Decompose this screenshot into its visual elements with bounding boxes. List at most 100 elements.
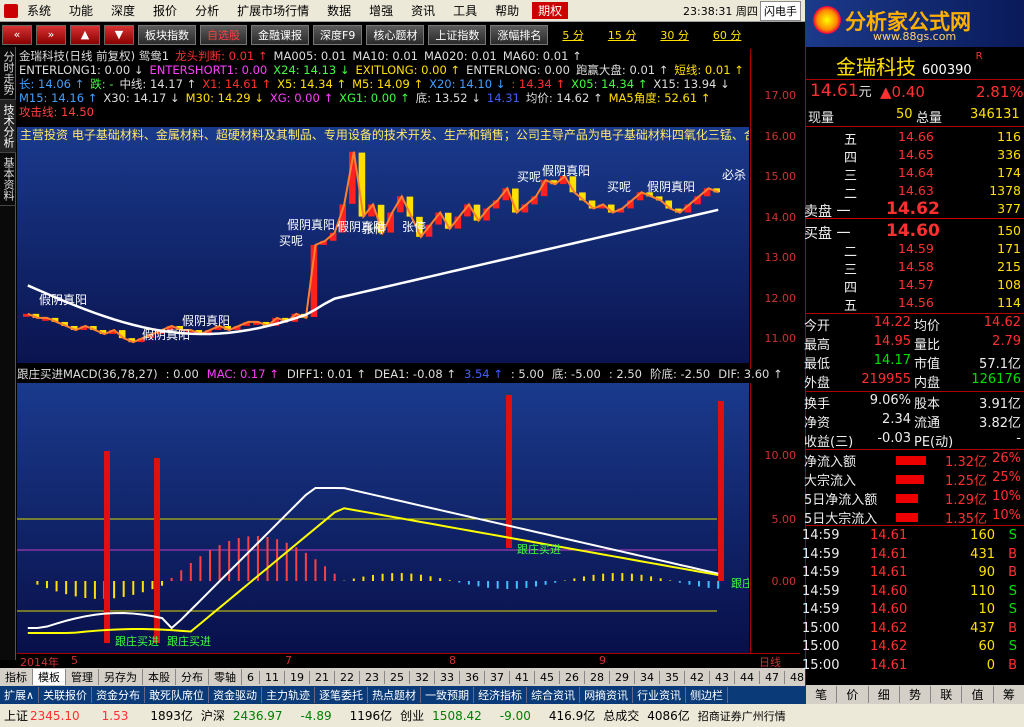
stat-row: 换手 9.06% 股本 3.91亿 — [804, 393, 1024, 412]
menu-item[interactable]: 系统 — [18, 2, 60, 19]
menu-item[interactable]: 数据 — [318, 2, 360, 19]
total-vol-label: 总量 — [916, 111, 943, 126]
vertical-tab[interactable]: 分时走势 — [0, 47, 16, 100]
stat-label: 外盘 — [804, 376, 831, 391]
quote-tab[interactable]: 笔 — [806, 686, 838, 703]
last-page-icon[interactable]: » — [36, 24, 66, 45]
extension-tab[interactable]: 敢死队席位 — [145, 687, 210, 703]
indicator-tab[interactable]: 26 — [560, 670, 585, 684]
indicator-tab[interactable]: 41 — [510, 670, 535, 684]
price-tick: 12.00 — [764, 291, 797, 305]
quote-tab[interactable]: 细 — [869, 686, 900, 703]
vertical-tab[interactable]: 技术分析 — [0, 100, 16, 153]
toolbar-button[interactable]: 金融课报 — [251, 24, 309, 45]
indicator-value: X20: 14.10 ↓ — [429, 77, 506, 91]
indicator-value: 底: 13.52 ↓ — [415, 91, 481, 105]
toolbar-button[interactable]: 深度F9 — [313, 24, 363, 45]
first-page-icon[interactable]: « — [2, 24, 32, 45]
indicator-tab[interactable]: 19 — [285, 670, 310, 684]
extension-tab[interactable]: 资金分布 — [92, 687, 146, 703]
toolbar-button[interactable]: 自选股 — [200, 24, 247, 45]
toolbar-button[interactable]: 上证指数 — [428, 24, 487, 45]
bid-row: 二 14.59 171 — [806, 241, 1024, 260]
menu-item[interactable]: 报价 — [144, 2, 186, 19]
indicator-tab[interactable]: 34 — [635, 670, 660, 684]
bid-row: 五 14.56 114 — [806, 295, 1024, 314]
stat-label: 最低 — [804, 357, 831, 372]
tick-volume: 431 — [970, 546, 995, 562]
toolbar-button[interactable]: 板块指数 — [138, 24, 196, 45]
cy-label: 创业 — [400, 709, 425, 723]
indicator-tab[interactable]: 另存为 — [99, 669, 143, 685]
extension-tab[interactable]: 逐笔委托 — [315, 687, 369, 703]
menu-item[interactable]: 帮助 — [486, 2, 528, 19]
quote-tab[interactable]: 值 — [962, 686, 994, 703]
indicator-tab[interactable]: 36 — [460, 670, 485, 684]
indicator-tab[interactable]: 45 — [535, 670, 560, 684]
indicator-tab[interactable]: 42 — [685, 670, 710, 684]
indicator-tab[interactable]: 29 — [610, 670, 635, 684]
vertical-tab[interactable]: 基本资料 — [0, 153, 16, 206]
indicator-tab[interactable]: 22 — [335, 670, 360, 684]
indicator-tab[interactable]: 模板 — [33, 669, 66, 685]
indicator-tab[interactable]: 11 — [260, 670, 285, 684]
menu-item[interactable]: 工具 — [444, 2, 486, 19]
period-option[interactable]: 60 分 — [713, 27, 742, 43]
toolbar-button[interactable]: 涨幅排名 — [490, 24, 549, 45]
indicator-tab[interactable]: 21 — [310, 670, 335, 684]
indicator-tab[interactable]: 6 — [242, 670, 260, 684]
indicator-value: 短线: 0.01 ↑ — [674, 63, 744, 77]
indicator-tab[interactable]: 指标 — [0, 669, 33, 685]
quote-tab[interactable]: 联 — [931, 686, 963, 703]
period-option[interactable]: 30 分 — [660, 27, 689, 43]
extension-tab[interactable]: 一致预期 — [421, 687, 475, 703]
indicator-tab[interactable]: 37 — [485, 670, 510, 684]
bid-level: 二 — [844, 245, 858, 260]
flash-trade-button[interactable]: 闪电手 — [760, 1, 801, 21]
extension-tab[interactable]: 网摘资讯 — [580, 687, 634, 703]
indicator-tab[interactable]: 本股 — [143, 669, 176, 685]
stat-value: 14.62 — [983, 315, 1021, 330]
indicator-tab[interactable]: 分布 — [176, 669, 209, 685]
menu-item[interactable]: 资讯 — [402, 2, 444, 19]
indicator-tab[interactable]: 25 — [385, 670, 410, 684]
extension-tab[interactable]: 资金驱动 — [209, 687, 263, 703]
extension-tab[interactable]: 关联报价 — [39, 687, 93, 703]
macd-value: : 5.00 — [510, 367, 545, 381]
tick-side: B — [1008, 620, 1017, 636]
toolbar-button[interactable]: 核心题材 — [366, 24, 425, 45]
extension-tab[interactable]: 行业资讯 — [633, 687, 687, 703]
extension-tab[interactable]: 综合资讯 — [527, 687, 581, 703]
indicator-tab[interactable]: 23 — [360, 670, 385, 684]
indicator-tab[interactable]: 零轴 — [209, 669, 242, 685]
menu-item[interactable]: 深度 — [102, 2, 144, 19]
period-option[interactable]: 15 分 — [608, 27, 637, 43]
macd-chart[interactable]: 跟庄买进 跟庄买进跟庄买进跟庄 — [17, 383, 749, 653]
indicator-tab[interactable]: 32 — [410, 670, 435, 684]
extension-tab[interactable]: 经济指标 — [474, 687, 528, 703]
indicator-tab[interactable]: 47 — [760, 670, 785, 684]
menu-item[interactable]: 分析 — [186, 2, 228, 19]
extension-tab[interactable]: 热点题材 — [368, 687, 422, 703]
indicator-tab[interactable]: 28 — [585, 670, 610, 684]
indicator-tab[interactable]: 43 — [710, 670, 735, 684]
menu-item-options[interactable]: 期权 — [532, 2, 569, 19]
quote-tab[interactable]: 筹 — [994, 686, 1024, 703]
menu-item[interactable]: 扩展市场行情 — [228, 2, 318, 19]
extension-tab[interactable]: 侧边栏 — [686, 687, 729, 703]
indicator-tab[interactable]: 管理 — [66, 669, 99, 685]
menu-item[interactable]: 功能 — [60, 2, 102, 19]
extension-tab[interactable]: 扩展∧ — [0, 687, 40, 703]
period-option[interactable]: 5 分 — [562, 27, 584, 43]
quote-tab[interactable]: 势 — [900, 686, 932, 703]
flow-label: 净流入额 — [804, 455, 857, 470]
extension-tab[interactable]: 主力轨迹 — [262, 687, 316, 703]
menu-item[interactable]: 增强 — [360, 2, 402, 19]
stat-value: 57.1亿 — [979, 357, 1021, 372]
quote-tab[interactable]: 价 — [837, 686, 869, 703]
indicator-tab[interactable]: 33 — [435, 670, 460, 684]
indicator-tab[interactable]: 35 — [660, 670, 685, 684]
up-arrow-icon[interactable]: ▲ — [70, 24, 100, 45]
down-arrow-icon[interactable]: ▼ — [104, 24, 134, 45]
indicator-tab[interactable]: 44 — [735, 670, 760, 684]
